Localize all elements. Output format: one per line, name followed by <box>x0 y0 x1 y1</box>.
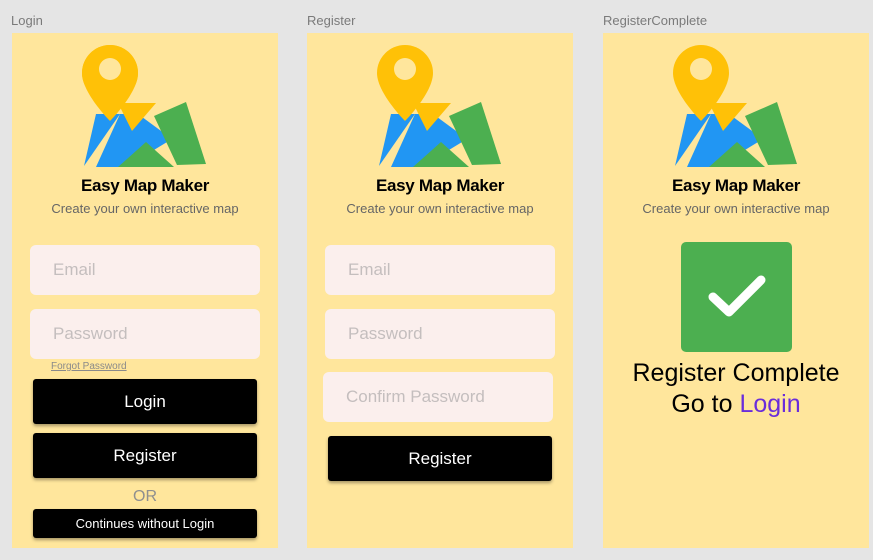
password-input[interactable] <box>346 323 555 345</box>
forgot-password-link[interactable]: Forgot Password <box>51 361 127 372</box>
app-title: Easy Map Maker <box>375 176 505 195</box>
confirm-password-field[interactable] <box>323 372 553 422</box>
app-subtitle: Create your own interactive map <box>642 201 830 216</box>
register-complete-screen: Easy Map Maker Create your own interacti… <box>603 33 869 548</box>
frame-label-register-complete: RegisterComplete <box>603 13 708 28</box>
login-screen: Easy Map Maker Create your own interacti… <box>12 33 278 548</box>
password-field[interactable] <box>30 309 260 359</box>
register-button[interactable]: Register <box>328 436 552 481</box>
frame-label-register: Register <box>307 13 356 28</box>
email-input[interactable] <box>51 259 260 281</box>
confirm-password-input[interactable] <box>344 386 553 408</box>
app-subtitle: Create your own interactive map <box>51 201 239 216</box>
checkmark-icon <box>708 275 765 317</box>
email-field[interactable] <box>325 245 555 295</box>
login-button[interactable]: Login <box>33 379 257 424</box>
map-pin-logo-icon <box>673 41 801 171</box>
password-input[interactable] <box>51 323 260 345</box>
map-pin-logo-icon <box>377 41 505 171</box>
register-button[interactable]: Register <box>33 433 257 478</box>
go-to-login-line: Go to Login <box>603 389 869 420</box>
continue-without-login-button[interactable]: Continues without Login <box>33 509 257 538</box>
email-field[interactable] <box>30 245 260 295</box>
register-complete-title: Register Complete <box>632 359 840 387</box>
app-title: Easy Map Maker <box>80 176 210 195</box>
app-title: Easy Map Maker <box>671 176 801 195</box>
register-screen: Easy Map Maker Create your own interacti… <box>307 33 573 548</box>
password-field[interactable] <box>325 309 555 359</box>
email-input[interactable] <box>346 259 555 281</box>
or-divider: OR <box>133 488 157 505</box>
frame-label-login: Login <box>11 13 43 28</box>
app-subtitle: Create your own interactive map <box>346 201 534 216</box>
login-link[interactable]: Login <box>739 390 800 418</box>
go-to-text: Go to <box>671 390 733 418</box>
map-pin-logo-icon <box>82 41 210 171</box>
success-badge <box>681 242 792 352</box>
register-complete-message: Register Complete Go to Login <box>603 358 869 420</box>
